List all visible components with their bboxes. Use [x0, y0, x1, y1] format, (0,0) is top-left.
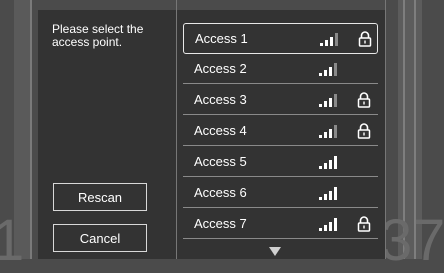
access-point-row[interactable]: Access 1: [183, 23, 378, 54]
access-point-row[interactable]: Access 4: [183, 116, 378, 146]
cancel-button[interactable]: Cancel: [53, 224, 147, 252]
list-divider-left: [176, 0, 177, 259]
wifi-signal-icon: [319, 125, 337, 138]
wifi-signal-icon: [319, 156, 337, 169]
prompt-text: Please select the access point.: [52, 22, 144, 49]
access-point-name: Access 3: [194, 92, 247, 107]
list-divider-right: [385, 0, 386, 259]
wifi-signal-icon: [319, 187, 337, 200]
access-point-name: Access 7: [194, 216, 247, 231]
lock-icon: [358, 31, 372, 47]
access-point-row[interactable]: Access 7: [183, 209, 378, 239]
lock-icon: [357, 216, 371, 232]
bg-stripe-left-line: [30, 0, 32, 259]
rescan-button[interactable]: Rescan: [53, 183, 147, 211]
lock-icon: [357, 92, 371, 108]
access-point-row[interactable]: Access 3: [183, 85, 378, 115]
access-point-name: Access 6: [194, 185, 247, 200]
wifi-signal-icon: [319, 63, 337, 76]
access-point-name: Access 1: [195, 31, 248, 46]
access-point-name: Access 5: [194, 154, 247, 169]
wifi-signal-icon: [319, 218, 337, 231]
scroll-down-arrow-icon[interactable]: [269, 247, 281, 256]
lock-icon: [357, 123, 371, 139]
access-point-name: Access 4: [194, 123, 247, 138]
access-point-name: Access 2: [194, 61, 247, 76]
wifi-signal-icon: [320, 33, 338, 46]
access-point-row[interactable]: Access 5: [183, 147, 378, 177]
wifi-signal-icon: [319, 94, 337, 107]
bg-digit-left: 1: [0, 208, 25, 273]
access-point-row[interactable]: Access 2: [183, 54, 378, 84]
bg-digit-right: 7: [413, 208, 444, 273]
access-point-row[interactable]: Access 6: [183, 178, 378, 208]
